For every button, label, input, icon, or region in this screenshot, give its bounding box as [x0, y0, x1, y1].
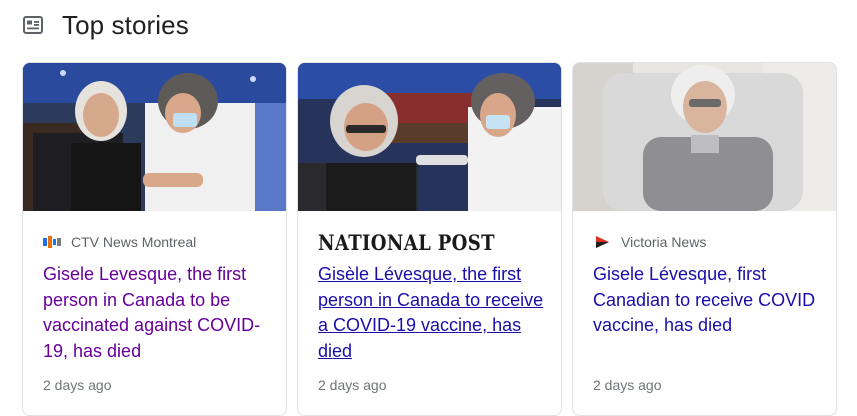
story-thumbnail[interactable]	[23, 63, 286, 211]
story-source: Victoria News	[593, 231, 706, 253]
story-thumbnail[interactable]	[298, 63, 561, 211]
story-time: 2 days ago	[593, 377, 662, 393]
story-headline[interactable]: Gisele Levesque, the first person in Can…	[43, 262, 271, 364]
story-headline[interactable]: Gisele Lévesque, first Canadian to recei…	[593, 262, 821, 339]
section-title: Top stories	[62, 9, 189, 40]
source-name: CTV News Montreal	[71, 234, 197, 250]
source-name: Victoria News	[621, 234, 707, 250]
story-headline[interactable]: Gisèle Lévesque, the first person in Can…	[318, 262, 546, 364]
story-time: 2 days ago	[318, 377, 387, 393]
story-card[interactable]: NATIONAL POST Gisèle Lévesque, the first…	[297, 62, 562, 416]
top-stories-header: Top stories	[22, 8, 189, 42]
news-icon	[22, 14, 44, 36]
story-card[interactable]: Victoria News Gisele Lévesque, first Can…	[572, 62, 837, 416]
national-post-logo: NATIONAL POST	[318, 229, 495, 255]
story-card[interactable]: CTV News Montreal Gisele Levesque, the f…	[22, 62, 287, 416]
top-stories-carousel: CTV News Montreal Gisele Levesque, the f…	[22, 62, 838, 416]
story-source: NATIONAL POST	[318, 229, 524, 255]
story-source: CTV News Montreal	[43, 231, 196, 253]
ctv-news-favicon	[43, 235, 61, 249]
story-time: 2 days ago	[43, 377, 112, 393]
victoria-news-favicon	[593, 235, 611, 249]
story-thumbnail[interactable]	[573, 63, 836, 211]
